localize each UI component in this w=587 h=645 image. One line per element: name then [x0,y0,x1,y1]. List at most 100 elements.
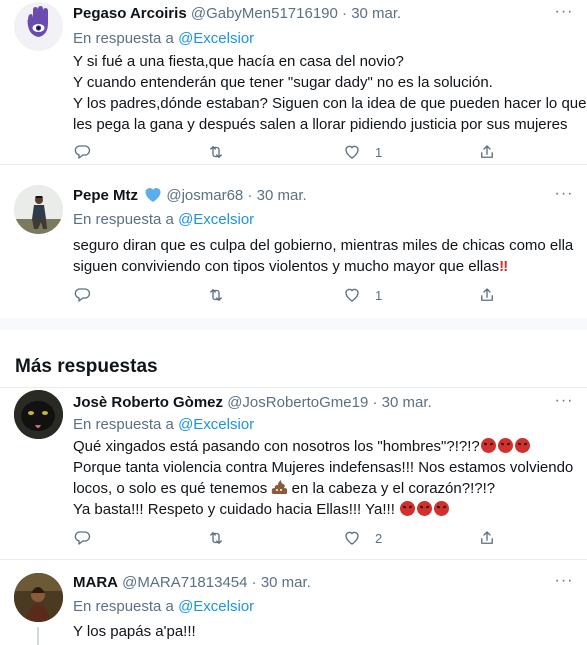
reply-to-handle[interactable]: @Excelsior [178,211,254,228]
tweet-line: Qué xingados está pasando con nosotros l… [73,436,578,457]
reply-context: En respuesta a @Excelsior [73,210,254,230]
reply-to-handle[interactable]: @Excelsior [178,598,254,615]
author-handle[interactable]: @josmar68 [166,187,243,204]
tweet-text: Y si fué a una fiesta,que hacía en casa … [73,51,586,135]
retweet-button[interactable] [207,528,225,548]
share-icon [481,288,493,301]
avatar[interactable] [14,390,63,439]
tweet-date[interactable]: 30 mar. [351,5,401,22]
retweet-icon [210,532,222,544]
share-button[interactable] [478,285,496,305]
like-count: 1 [375,144,383,160]
section-title: Más respuestas [15,356,158,377]
reply-button[interactable] [73,285,91,305]
author-name[interactable]: Pegaso Arcoiris [73,5,187,22]
tweet[interactable]: Josè Roberto Gòmez @JosRobertoGme19 · 30… [0,388,587,560]
tweet-line: Porque tanta violencia contra Mujeres in… [73,459,574,476]
separator: · [251,574,257,591]
reply-prefix: En respuesta a [73,30,174,47]
tweet-line-text: locos, o solo es qué tenemos [73,480,268,497]
tweet-line: siguen conviviendo con tipos violentos y… [73,258,500,275]
reply-to-handle[interactable]: @Excelsior [178,416,254,433]
heart-icon [345,288,359,302]
tweet-line: Ya basta!!! Respeto y cuidado hacia Ella… [73,499,578,520]
tweet[interactable]: Pepe Mtz @josmar68 · 30 mar. ··· En resp… [0,165,587,318]
reply-icon [74,531,91,545]
tweet-date[interactable]: 30 mar. [257,187,307,204]
reply-prefix: En respuesta a [73,211,174,228]
avatar[interactable] [14,573,63,622]
tweet-line: les pega la gana y después salen a llora… [73,116,568,133]
tweet-line: locos, o solo es qué tenemos en la cabez… [73,478,578,499]
tweet[interactable]: Pegaso Arcoiris @GabyMen51716190 · 30 ma… [0,0,587,165]
author-name[interactable]: MARA [73,574,118,591]
angry-face-icon [434,501,450,516]
retweet-button[interactable] [207,142,225,162]
panther-photo-icon [14,390,63,439]
heart-icon [345,531,359,545]
author-handle[interactable]: @MARA71813454 [122,574,247,591]
reply-button[interactable] [73,528,91,548]
reply-prefix: En respuesta a [73,598,174,615]
avatar[interactable] [14,2,63,51]
reply-context: En respuesta a @Excelsior [73,415,254,435]
tweet-date[interactable]: 30 mar. [261,574,311,591]
more-icon[interactable]: ··· [553,573,575,595]
retweet-icon [210,289,222,301]
reply-to-handle[interactable]: @Excelsior [178,30,254,47]
angry-face-icon [514,438,530,453]
tweet-line-text: Qué xingados está pasando con nosotros l… [73,438,480,455]
tweet-line-text: Ya basta!!! Respeto y cuidado hacia Ella… [73,501,395,518]
tweet-actions: 1 [73,142,513,162]
tweet-line: Y si fué a una fiesta,que hacía en casa … [73,53,404,70]
hamsa-icon [14,2,63,51]
reply-prefix: En respuesta a [73,416,174,433]
tweet-line: Y cuando entenderán que tener "sugar dad… [73,74,493,91]
reply-context: En respuesta a @Excelsior [73,597,254,617]
tweet-line: Y los papás a'pa!!! [73,623,196,640]
profile-photo-icon [14,185,63,234]
tweet-line: seguro diran que es culpa del gobierno, … [73,237,574,254]
separator: · [247,187,253,204]
like-button[interactable]: 1 [343,285,382,305]
tweet-text: Y los papás a'pa!!! [73,621,578,642]
author-name[interactable]: Pepe Mtz [73,187,138,204]
poop-icon [272,480,288,494]
tweet-line-text: en la cabeza y el corazón?!?!? [291,480,496,497]
like-count: 1 [375,287,383,303]
share-button[interactable] [478,142,496,162]
author-handle[interactable]: @JosRobertoGme19 [227,394,368,411]
avatar[interactable] [14,185,63,234]
angry-face-icon [400,501,416,516]
tweet-actions: 2 [73,528,513,548]
like-count: 2 [375,530,383,546]
double-exclamation-icon: ‼ [499,258,509,275]
tweet-text: Qué xingados está pasando con nosotros l… [73,436,578,520]
heart-icon [345,145,359,159]
angry-face-icon [417,501,433,516]
like-button[interactable]: 1 [343,142,382,162]
tweet-text: seguro diran que es culpa del gobierno, … [73,235,578,277]
author-name[interactable]: Josè Roberto Gòmez [73,394,223,411]
author-handle[interactable]: @GabyMen51716190 [191,5,338,22]
reply-icon [74,145,91,159]
more-icon[interactable]: ··· [553,4,575,26]
share-icon [481,531,493,544]
more-icon[interactable]: ··· [553,186,575,208]
thread-line [37,627,39,645]
share-button[interactable] [478,528,496,548]
reply-context: En respuesta a @Excelsior [73,29,254,49]
angry-face-icon [480,438,496,453]
more-icon[interactable]: ··· [553,393,575,415]
retweet-button[interactable] [207,285,225,305]
share-icon [481,145,493,158]
reply-button[interactable] [73,142,91,162]
tweet[interactable]: MARA @MARA71813454 · 30 mar. ··· En resp… [0,560,587,645]
separator: · [342,5,348,22]
reply-icon [74,288,91,302]
like-button[interactable]: 2 [343,528,382,548]
angry-face-icon [497,438,513,453]
more-replies-section: Más respuestas [0,318,587,388]
blue-heart-icon [145,188,161,202]
tweet-date[interactable]: 30 mar. [382,394,432,411]
